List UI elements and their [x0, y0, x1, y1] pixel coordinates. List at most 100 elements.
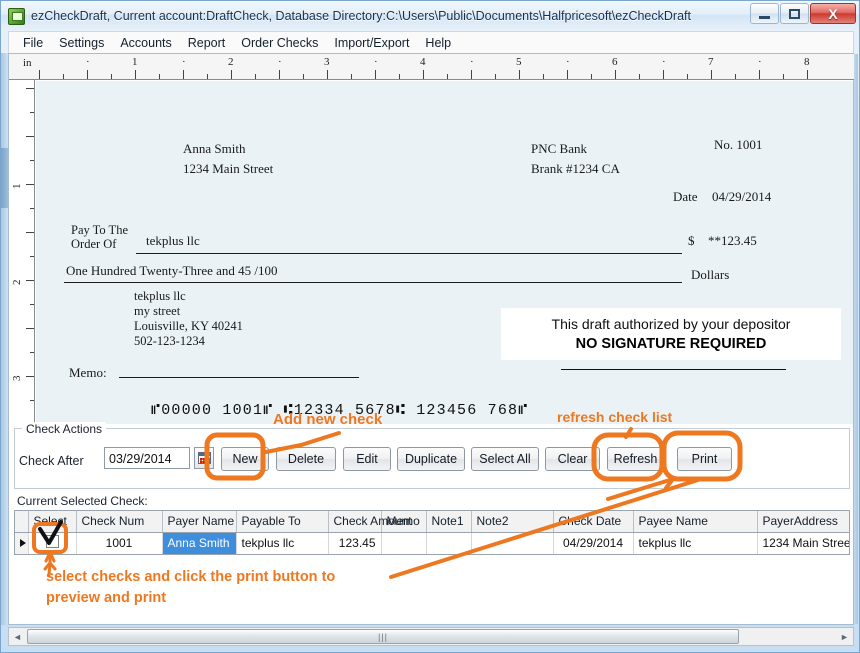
- column-header-check-date[interactable]: Check Date: [553, 511, 634, 533]
- column-header-check-num[interactable]: Check Num: [76, 511, 163, 533]
- vruler-tick: [30, 112, 34, 113]
- cell-memo[interactable]: [381, 532, 427, 554]
- annotation-refresh-check-list: refresh check list: [557, 409, 673, 425]
- check-number: No. 1001: [714, 137, 763, 152]
- minimize-button[interactable]: [750, 3, 779, 24]
- edit-button[interactable]: Edit: [343, 447, 391, 471]
- draft-authorization-box: This draft authorized by your depositor …: [501, 308, 841, 360]
- vruler-tick: [30, 352, 34, 353]
- vruler-tick: [30, 208, 34, 209]
- vruler-tick: [26, 88, 34, 89]
- vruler-tick: [30, 304, 34, 305]
- scroll-right-arrow[interactable]: ►: [836, 628, 853, 645]
- menu-item-settings[interactable]: Settings: [51, 34, 112, 52]
- ruler-halfmark: ·: [566, 56, 570, 68]
- menu-item-accounts[interactable]: Accounts: [112, 34, 179, 52]
- menu-item-help[interactable]: Help: [417, 34, 459, 52]
- left-scrollbar-thumb[interactable]: [1, 148, 8, 208]
- refresh-button[interactable]: Refresh: [607, 447, 664, 471]
- clear-button[interactable]: Clear: [545, 447, 600, 471]
- ruler-unit-label: in: [23, 57, 32, 69]
- ruler-tick: [135, 70, 136, 79]
- left-scrollbar[interactable]: [1, 53, 8, 625]
- duplicate-button[interactable]: Duplicate: [397, 447, 465, 471]
- ruler-tick: [63, 74, 64, 79]
- ruler-tick: [399, 74, 400, 79]
- cell-check-amount[interactable]: 123.45: [328, 532, 382, 554]
- cell-check-date[interactable]: 04/29/2014: [553, 532, 634, 554]
- vruler-tick: [26, 184, 34, 185]
- ruler-tick: [759, 70, 760, 79]
- column-header-payer-name[interactable]: Payer Name: [162, 511, 237, 533]
- check-after-input[interactable]: 03/29/2014: [104, 447, 190, 469]
- ruler-tick: [807, 70, 808, 79]
- ruler-tick: [231, 70, 232, 79]
- cell-note1[interactable]: [426, 532, 472, 554]
- ruler-tick: [543, 74, 544, 79]
- cell-payer-address[interactable]: 1234 Main Street: [757, 532, 849, 554]
- scroll-left-arrow[interactable]: ◄: [9, 628, 26, 645]
- check-after-label: Check After: [19, 454, 84, 468]
- title-bar: ezCheckDraft, Current account:DraftCheck…: [1, 1, 859, 31]
- minimize-icon: [759, 15, 770, 19]
- dollar-sign: $: [688, 233, 695, 248]
- delete-button[interactable]: Delete: [276, 447, 336, 471]
- cell-select[interactable]: [28, 532, 77, 554]
- ruler-tick: [495, 74, 496, 79]
- annotation-select-print-line2: preview and print: [46, 590, 167, 606]
- calendar-icon[interactable]: [194, 447, 214, 469]
- row-indicator: [15, 532, 29, 554]
- cell-note2[interactable]: [471, 532, 554, 554]
- ruler-tick: [111, 74, 112, 79]
- vruler-tick: [30, 400, 34, 401]
- table-row[interactable]: 1001 Anna Smith tekplus llc 123.45 04/29…: [15, 532, 849, 554]
- select-all-button[interactable]: Select All: [471, 447, 539, 471]
- ruler-tick: [87, 70, 88, 79]
- print-button[interactable]: Print: [677, 447, 732, 471]
- ruler-tick: [567, 70, 568, 79]
- column-header-payable-to[interactable]: Payable To: [236, 511, 329, 533]
- cell-payee-name[interactable]: tekplus llc: [633, 532, 758, 554]
- close-button[interactable]: X: [810, 3, 856, 24]
- column-header-note2[interactable]: Note2: [471, 511, 554, 533]
- new-button[interactable]: New: [221, 447, 269, 471]
- maximize-button[interactable]: [780, 3, 809, 24]
- ruler-label-1: 1: [132, 56, 138, 68]
- menu-item-file[interactable]: File: [15, 34, 51, 52]
- horizontal-scrollbar[interactable]: ◄ ||| ►: [8, 627, 854, 646]
- ruler-label-8: 8: [804, 56, 810, 68]
- check-payee: tekplus llc: [146, 233, 200, 248]
- cell-payer-name[interactable]: Anna Smith: [162, 532, 237, 554]
- payee-rule: [136, 253, 682, 254]
- ruler-tick: [39, 70, 40, 79]
- horizontal-ruler: in 1 2 3 4 5 6 7 8 · · · · · · · ·: [9, 54, 854, 80]
- scrollbar-thumb[interactable]: |||: [27, 629, 739, 644]
- check-grid-table: Select Check Num Payer Name Payable To C…: [15, 511, 849, 554]
- column-header-memo[interactable]: Memo: [381, 511, 427, 533]
- ruler-tick: [783, 74, 784, 79]
- cell-payable-to[interactable]: tekplus llc: [236, 532, 329, 554]
- window-controls: X: [750, 3, 856, 24]
- check-canvas[interactable]: Anna Smith 1234 Main Street PNC Bank Bra…: [36, 81, 853, 424]
- menu-item-import-export[interactable]: Import/Export: [326, 34, 417, 52]
- menu-item-order-checks[interactable]: Order Checks: [233, 34, 326, 52]
- column-header-payer-address[interactable]: PayerAddress: [757, 511, 849, 533]
- column-header-check-amount[interactable]: Check Amount: [328, 511, 412, 533]
- column-header-payee-name[interactable]: Payee Name: [633, 511, 758, 533]
- column-header-note1[interactable]: Note1: [426, 511, 472, 533]
- ruler-tick: [735, 74, 736, 79]
- cell-check-num[interactable]: 1001: [76, 532, 163, 554]
- ruler-tick: [447, 74, 448, 79]
- window-title: ezCheckDraft, Current account:DraftCheck…: [31, 9, 691, 23]
- memo-rule: [119, 377, 359, 378]
- vruler-tick: [26, 376, 34, 377]
- payee-address-line4: 502-123-1234: [134, 334, 205, 348]
- ruler-tick: [183, 70, 184, 79]
- column-header-select[interactable]: Select: [28, 511, 77, 533]
- select-checkbox[interactable]: [45, 535, 59, 548]
- check-grid[interactable]: Select Check Num Payer Name Payable To C…: [14, 510, 850, 555]
- ruler-tick: [471, 70, 472, 79]
- signature-line: [561, 369, 786, 370]
- vruler-tick: [26, 136, 34, 137]
- menu-item-report[interactable]: Report: [180, 34, 234, 52]
